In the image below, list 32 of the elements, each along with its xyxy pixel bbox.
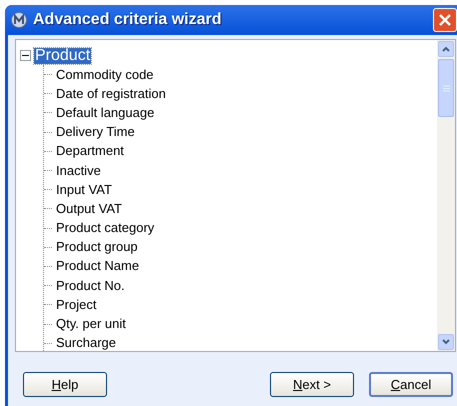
dialog-button[interactable]: Cancel: [369, 372, 453, 397]
scroll-up-button[interactable]: [438, 41, 454, 57]
tree-item[interactable]: Inactive: [55, 162, 102, 179]
tree-item[interactable]: Qty. per unit: [55, 316, 127, 332]
chevron-up-icon: [442, 46, 450, 52]
tree-item[interactable]: Surcharge: [55, 335, 117, 351]
tree-item[interactable]: Product group: [55, 239, 139, 256]
scrollbar[interactable]: [437, 40, 455, 351]
scroll-thumb[interactable]: [438, 59, 454, 117]
tree-item[interactable]: Input VAT: [55, 182, 113, 198]
window-title: Advanced criteria wizard: [33, 10, 222, 30]
tree-item[interactable]: Product Name: [55, 258, 140, 274]
tree-item[interactable]: Delivery Time: [55, 124, 136, 140]
close-button[interactable]: [433, 8, 457, 32]
tree-item[interactable]: Commodity code: [55, 66, 155, 83]
grip-icon: [442, 84, 450, 92]
tree-item[interactable]: Date of registration: [55, 86, 167, 102]
tree-item[interactable]: Product: [34, 48, 92, 64]
scroll-down-button[interactable]: [438, 334, 454, 350]
chevron-down-icon: [442, 339, 450, 345]
app-icon: [11, 12, 27, 28]
tree-item[interactable]: Product category: [55, 220, 156, 236]
dialog-button[interactable]: Help: [23, 372, 107, 397]
tree-item[interactable]: Project: [55, 296, 98, 313]
tree-item[interactable]: Output VAT: [55, 200, 123, 217]
close-icon: [439, 14, 451, 26]
minus-icon: [22, 52, 29, 59]
dialog-button[interactable]: Next >: [270, 372, 354, 397]
collapse-toggle[interactable]: [20, 50, 31, 61]
tree-item[interactable]: Product No.: [55, 278, 126, 294]
tree-item[interactable]: Department: [55, 143, 125, 160]
tree-item[interactable]: Default language: [55, 104, 156, 121]
